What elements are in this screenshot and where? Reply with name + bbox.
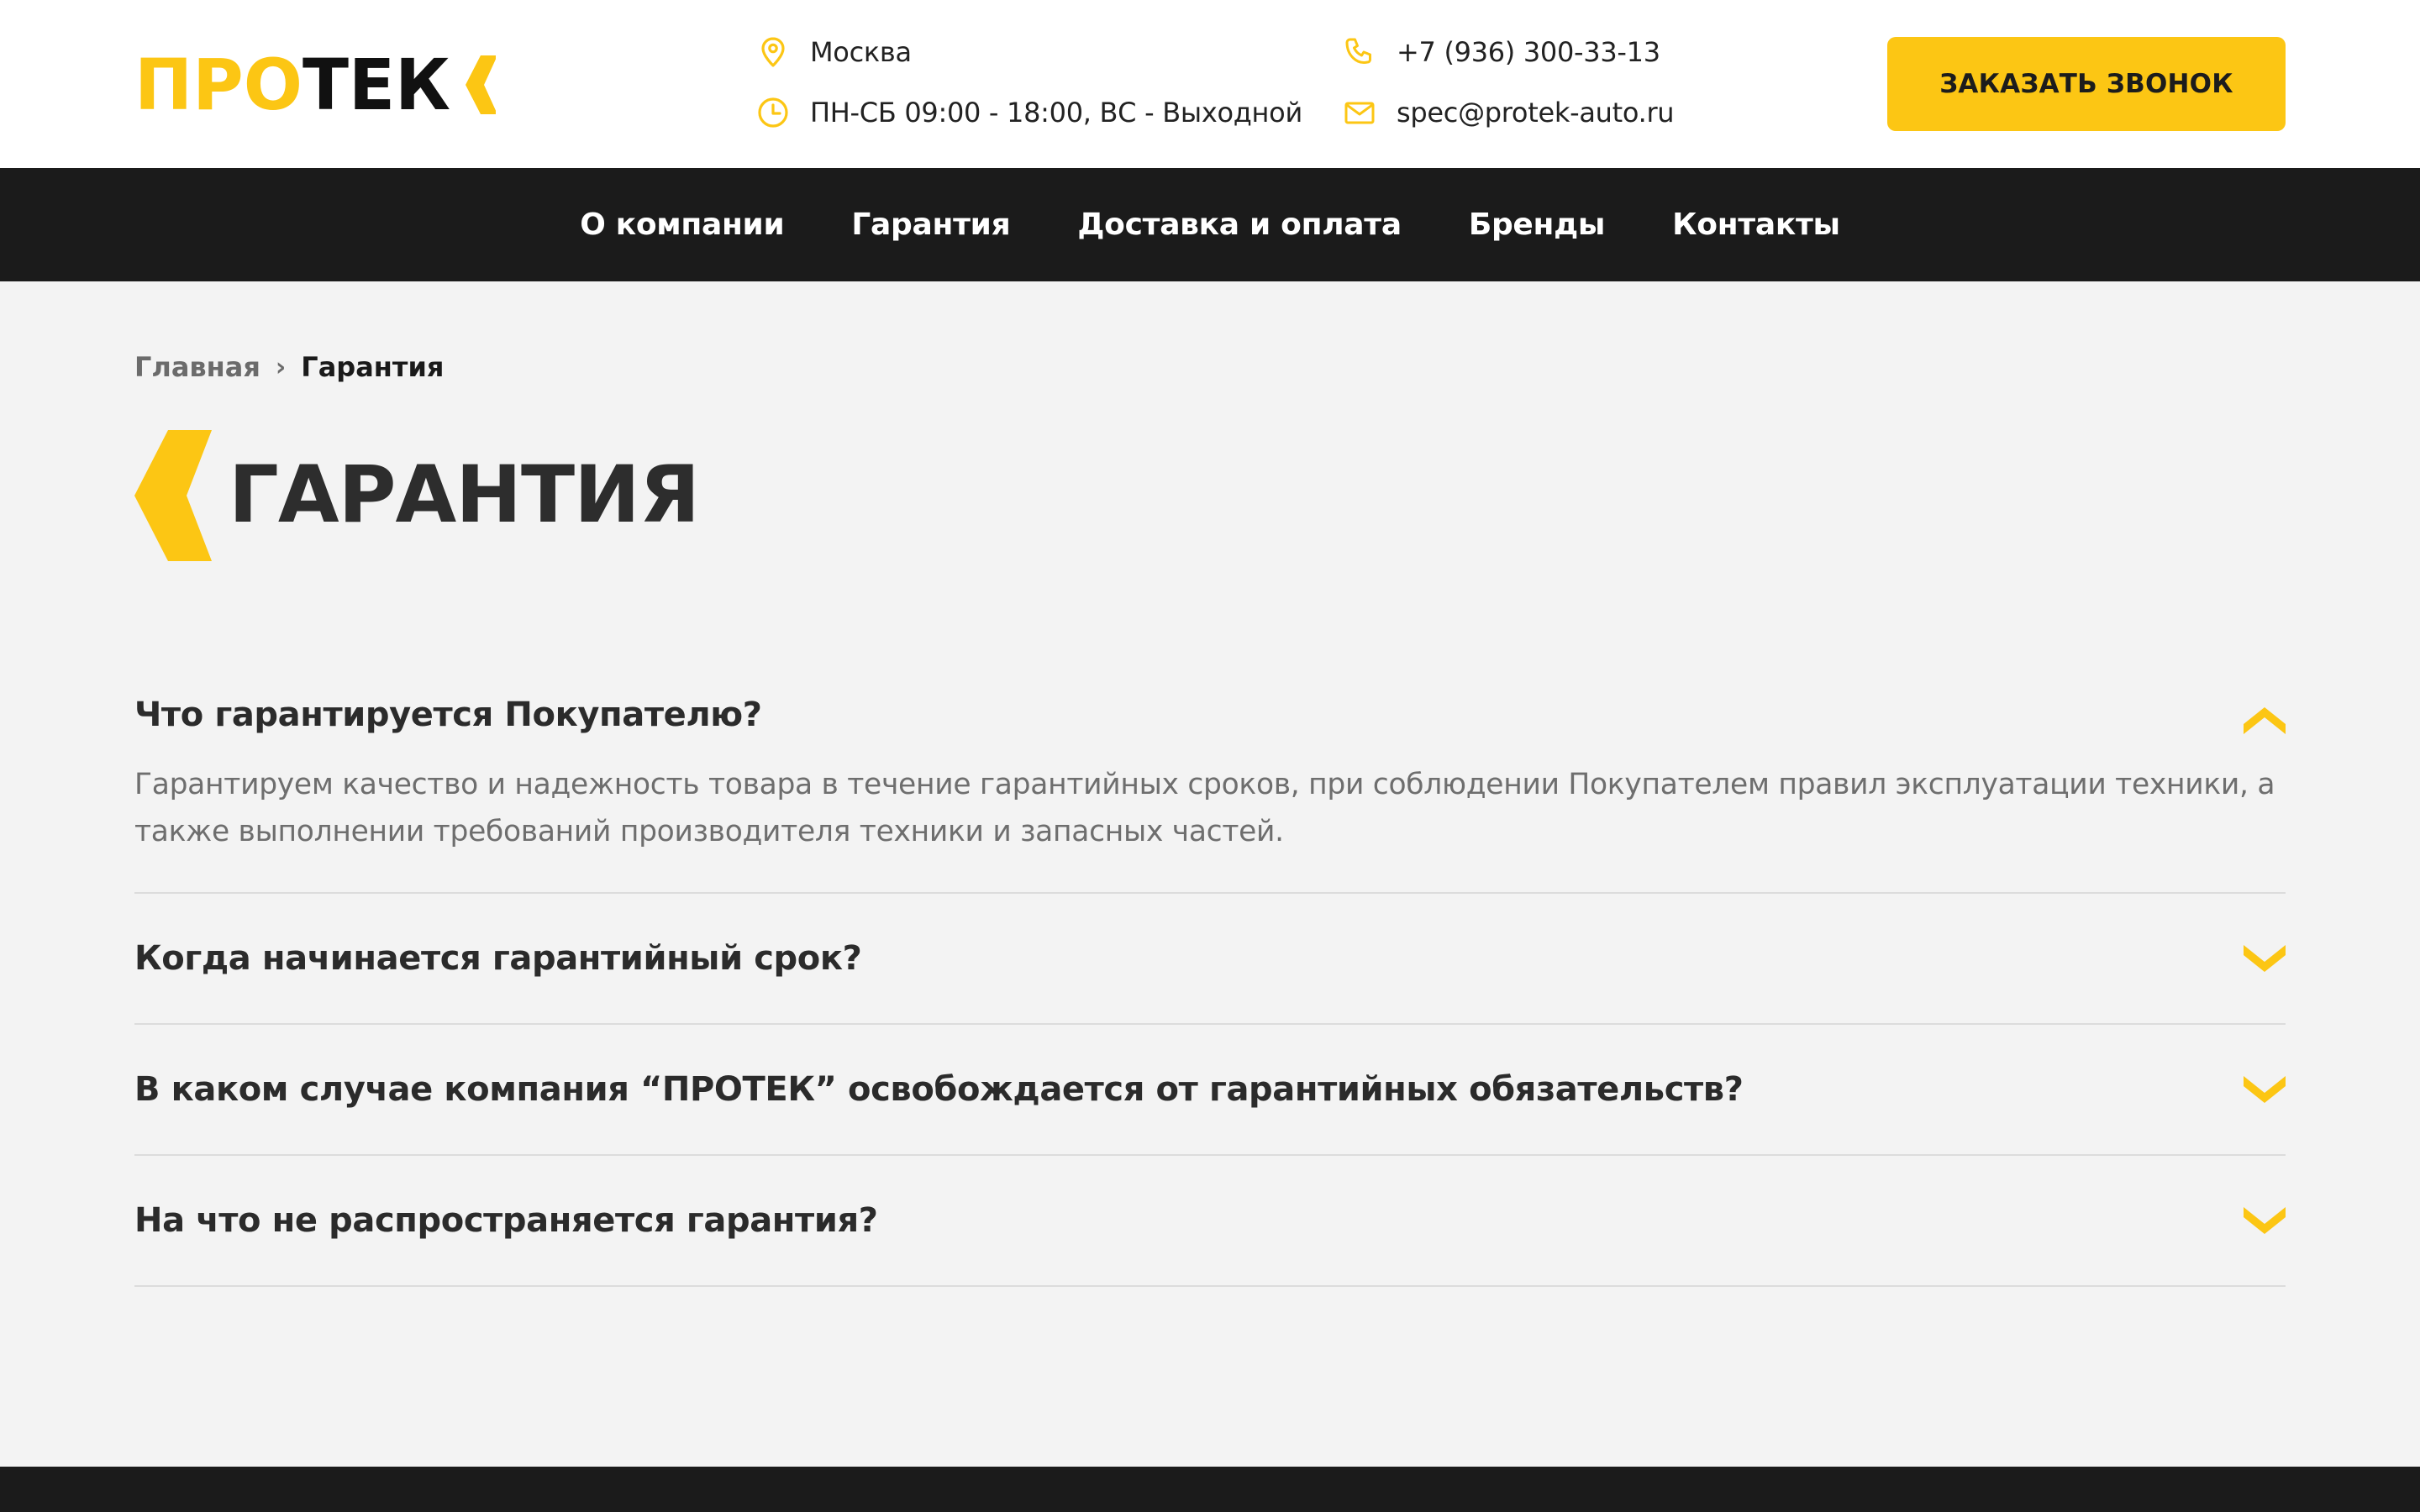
header-city: Москва bbox=[756, 35, 912, 69]
breadcrumb-current: Гарантия bbox=[301, 351, 445, 383]
faq-item: В каком случае компания “ПРОТЕК” освобож… bbox=[134, 1025, 2286, 1156]
email-text[interactable]: spec@protek-auto.ru bbox=[1397, 97, 1675, 129]
nav-item-brands[interactable]: Бренды bbox=[1469, 207, 1606, 242]
header-email[interactable]: spec@protek-auto.ru bbox=[1343, 96, 1675, 129]
breadcrumb-separator: › bbox=[275, 352, 287, 382]
faq-item: Что гарантируется Покупателю? Гарантируе… bbox=[134, 643, 2286, 894]
faq-question: В каком случае компания “ПРОТЕК” освобож… bbox=[134, 1070, 1744, 1109]
order-call-button[interactable]: ЗАКАЗАТЬ ЗВОНОК bbox=[1887, 37, 2286, 131]
chevron-up-icon[interactable] bbox=[2244, 707, 2286, 734]
faq-question: Что гарантируется Покупателю? bbox=[134, 696, 762, 734]
chevron-down-icon[interactable] bbox=[2244, 945, 2286, 972]
faq-question-toggle[interactable]: Когда начинается гарантийный срок? bbox=[134, 894, 2286, 1023]
page-title: ГАРАНТИЯ bbox=[229, 449, 700, 541]
logo-graphic: ПРО ТЕК bbox=[134, 44, 497, 126]
main-nav: О компании Гарантия Доставка и оплата Бр… bbox=[0, 168, 2420, 281]
faq-question-toggle[interactable]: Что гарантируется Покупателю? bbox=[134, 643, 2286, 741]
nav-item-contacts[interactable]: Контакты bbox=[1672, 207, 1840, 242]
faq-question-toggle[interactable]: В каком случае компания “ПРОТЕК” освобож… bbox=[134, 1025, 2286, 1154]
site-header: ПРО ТЕК Москва ПН-СБ 09:00 - 18:00, ВС -… bbox=[0, 0, 2420, 168]
faq-question: На что не распространяется гарантия? bbox=[134, 1201, 878, 1240]
faq-item: На что не распространяется гарантия? bbox=[134, 1156, 2286, 1287]
breadcrumb: Главная › Гарантия bbox=[134, 351, 444, 383]
phone-text[interactable]: +7 (936) 300-33-13 bbox=[1397, 36, 1660, 68]
nav-item-delivery[interactable]: Доставка и оплата bbox=[1077, 207, 1402, 242]
city-text: Москва bbox=[810, 36, 912, 68]
title-chevron-icon bbox=[134, 430, 212, 561]
breadcrumb-home[interactable]: Главная bbox=[134, 351, 260, 383]
header-hours: ПН-СБ 09:00 - 18:00, ВС - Выходной bbox=[756, 96, 1302, 129]
faq-item: Когда начинается гарантийный срок? bbox=[134, 894, 2286, 1025]
clock-icon bbox=[756, 96, 790, 129]
nav-item-warranty[interactable]: Гарантия bbox=[851, 207, 1010, 242]
hours-text: ПН-СБ 09:00 - 18:00, ВС - Выходной bbox=[810, 97, 1302, 129]
logo-chevron-icon bbox=[466, 55, 497, 114]
logo-text-black: ТЕК bbox=[302, 55, 450, 114]
header-phone[interactable]: +7 (936) 300-33-13 bbox=[1343, 35, 1660, 69]
faq-question: Когда начинается гарантийный срок? bbox=[134, 939, 862, 978]
mail-icon bbox=[1343, 96, 1376, 129]
site-footer bbox=[0, 1467, 2420, 1512]
chevron-down-icon[interactable] bbox=[2244, 1076, 2286, 1103]
map-pin-icon bbox=[756, 35, 790, 69]
faq-accordion: Что гарантируется Покупателю? Гарантируе… bbox=[134, 643, 2286, 1287]
protek-logo[interactable]: ПРО ТЕК bbox=[134, 44, 497, 126]
logo-text-yellow: ПРО bbox=[134, 55, 302, 114]
faq-answer: Гарантируем качество и надежность товара… bbox=[134, 768, 2275, 848]
phone-icon bbox=[1343, 35, 1376, 69]
nav-item-about[interactable]: О компании bbox=[580, 207, 785, 242]
faq-question-toggle[interactable]: На что не распространяется гарантия? bbox=[134, 1156, 2286, 1285]
chevron-down-icon[interactable] bbox=[2244, 1207, 2286, 1234]
